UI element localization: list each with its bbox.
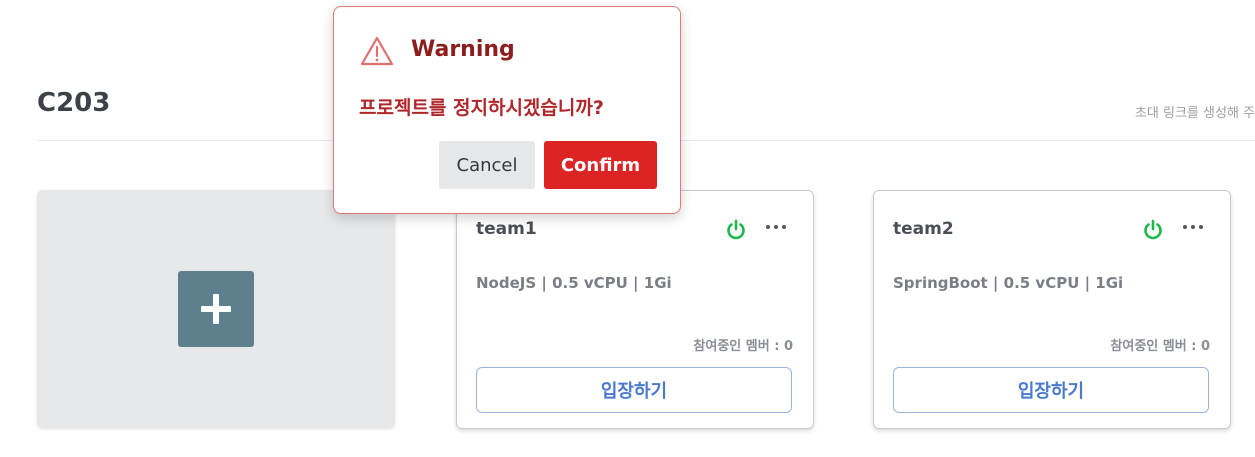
dialog-title: Warning [411, 37, 515, 62]
project-page: C203 초대 링크를 생성해 주 team1 NodeJS | 0.5 vCP… [0, 0, 1255, 457]
warning-dialog: Warning 프로젝트를 정지하시겠습니까? Cancel Confirm [333, 6, 681, 214]
dialog-message: 프로젝트를 정지하시겠습니까? [359, 97, 604, 119]
cancel-button[interactable]: Cancel [439, 141, 535, 189]
project-title: C203 [37, 88, 111, 118]
more-horizontal-icon[interactable] [1181, 217, 1205, 239]
member-count: 참여중인 멤버 : 0 [693, 339, 793, 354]
invite-link[interactable]: 초대 링크를 생성해 주 [1135, 102, 1255, 121]
add-team-card [37, 190, 395, 428]
enter-button[interactable]: 입장하기 [476, 367, 792, 413]
member-count: 참여중인 멤버 : 0 [1110, 339, 1210, 354]
team-card: team1 NodeJS | 0.5 vCPU | 1Gi 참여중인 멤버 : … [456, 190, 814, 429]
team-name: team1 [476, 219, 537, 239]
confirm-button[interactable]: Confirm [544, 141, 657, 189]
power-icon[interactable] [725, 219, 747, 241]
plus-icon [201, 294, 231, 324]
enter-button[interactable]: 입장하기 [893, 367, 1209, 413]
power-icon[interactable] [1142, 219, 1164, 241]
team-spec: NodeJS | 0.5 vCPU | 1Gi [476, 274, 672, 292]
team-card: team2 SpringBoot | 0.5 vCPU | 1Gi 참여중인 멤… [873, 190, 1231, 429]
warning-icon [360, 36, 394, 66]
add-team-button[interactable] [178, 271, 254, 347]
more-horizontal-icon[interactable] [764, 217, 788, 239]
team-spec: SpringBoot | 0.5 vCPU | 1Gi [893, 274, 1124, 292]
team-name: team2 [893, 219, 954, 239]
